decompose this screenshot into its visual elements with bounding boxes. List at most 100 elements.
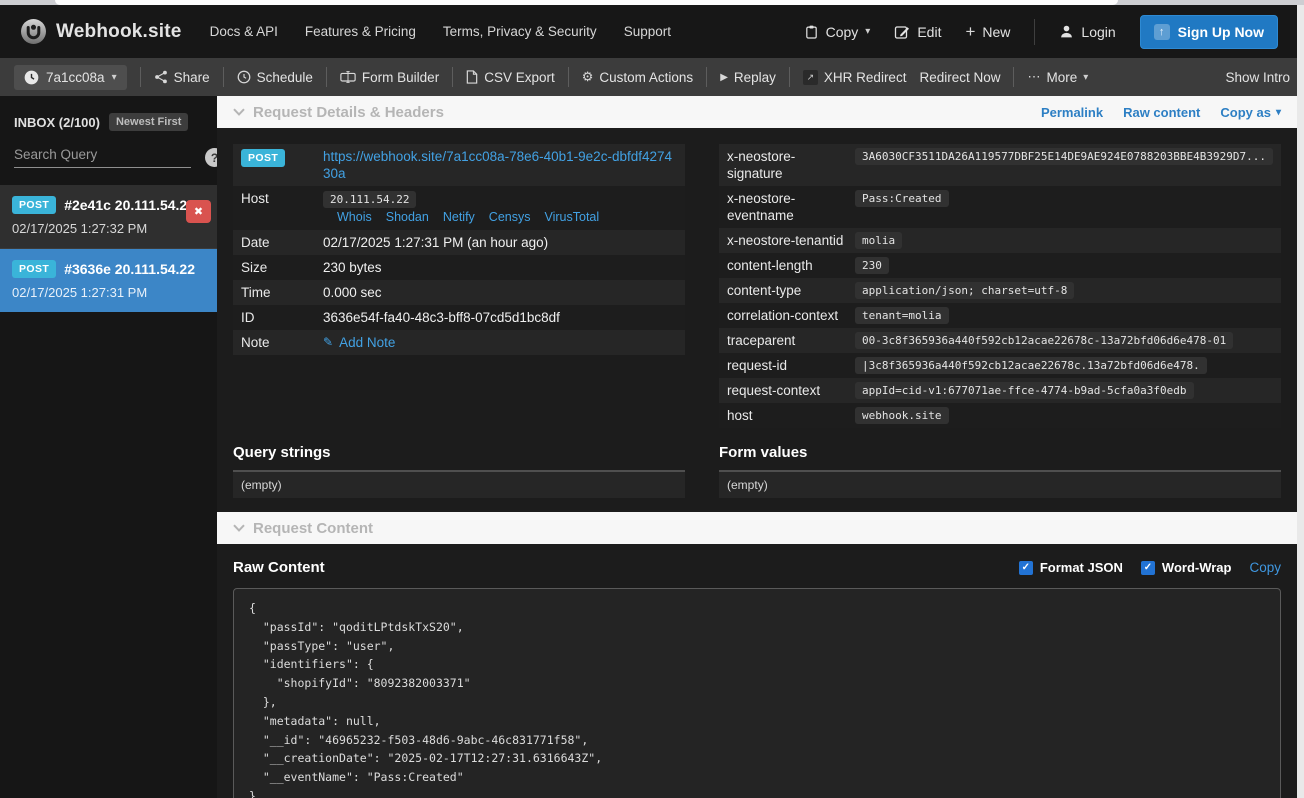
raw-content-title: Raw Content xyxy=(233,559,325,576)
file-icon xyxy=(466,70,478,84)
headers-table: x-neostore-signature 3A6030CF3511DA26A11… xyxy=(719,144,1281,428)
header-row: traceparent 00-3c8f365936a440f592cb12aca… xyxy=(719,328,1281,353)
request-list-item[interactable]: POST #2e41c 20.111.54.22 02/17/2025 1:27… xyxy=(0,185,217,249)
toolbar-separator xyxy=(326,67,327,87)
more-icon: ⋯ xyxy=(1027,69,1040,85)
clock-icon xyxy=(24,70,39,85)
content-area: INBOX (2/100) Newest First ? POST #2e41c… xyxy=(0,96,1304,798)
raw-content-section: Raw Content ✓ Format JSON ✓ Word-Wrap Co… xyxy=(217,544,1297,798)
play-icon: ▶ xyxy=(720,72,728,83)
delete-request-button[interactable]: ✖ xyxy=(186,200,211,223)
details-section-bar: Request Details & Headers Permalink Raw … xyxy=(217,96,1297,128)
virustotal-link[interactable]: VirusTotal xyxy=(544,209,599,226)
shodan-link[interactable]: Shodan xyxy=(386,209,429,226)
share-button[interactable]: Share xyxy=(154,70,210,85)
host-row: Host 20.111.54.22 Whois Shodan Netify Ce… xyxy=(233,186,685,230)
sort-order-badge[interactable]: Newest First xyxy=(109,113,188,131)
form-builder-icon xyxy=(340,70,356,84)
show-intro-link[interactable]: Show Intro xyxy=(1225,70,1290,85)
request-list: POST #2e41c 20.111.54.22 02/17/2025 1:27… xyxy=(0,185,217,312)
caret-down-icon: ▾ xyxy=(1083,72,1088,83)
new-button[interactable]: + New xyxy=(965,22,1010,42)
copy-as-dropdown: Copy as ▾ xyxy=(1220,105,1281,120)
top-nav: Webhook.site Docs & API Features & Prici… xyxy=(0,5,1304,58)
copy-dropdown-button[interactable]: Copy ▾ xyxy=(804,24,871,40)
user-icon xyxy=(1059,24,1074,39)
checkbox-checked-icon: ✓ xyxy=(1019,561,1033,575)
method-badge: POST xyxy=(12,260,56,278)
inbox-count-label: INBOX (2/100) xyxy=(14,115,100,130)
edit-button[interactable]: Edit xyxy=(894,24,941,40)
redirect-now-button[interactable]: Redirect Now xyxy=(919,70,1000,85)
url-row: POST https://webhook.site/7a1cc08a-78e6-… xyxy=(233,144,685,186)
nav-link-pricing[interactable]: Features & Pricing xyxy=(305,24,416,39)
request-title: #3636e 20.111.54.22 xyxy=(64,261,195,277)
netify-link[interactable]: Netify xyxy=(443,209,475,226)
toolbar-separator xyxy=(223,67,224,87)
csv-export-button[interactable]: CSV Export xyxy=(466,70,555,85)
censys-link[interactable]: Censys xyxy=(489,209,531,226)
word-wrap-checkbox[interactable]: ✓ Word-Wrap xyxy=(1141,560,1232,575)
replay-button[interactable]: ▶ Replay xyxy=(720,70,776,85)
size-row: Size 230 bytes xyxy=(233,255,685,280)
window-scrollbar[interactable] xyxy=(1297,5,1304,798)
copy-raw-content-link[interactable]: Copy xyxy=(1249,560,1281,575)
request-details-body: POST https://webhook.site/7a1cc08a-78e6-… xyxy=(217,128,1297,512)
note-row: Note ✎ Add Note xyxy=(233,330,685,355)
toolbar-separator xyxy=(789,67,790,87)
nav-link-support[interactable]: Support xyxy=(624,24,671,39)
header-row: x-neostore-tenantid molia xyxy=(719,228,1281,253)
raw-content-link[interactable]: Raw content xyxy=(1123,105,1200,120)
raw-content-json: { "passId": "qoditLPtdskTxS20", "passTyp… xyxy=(233,588,1281,798)
toolbar-separator xyxy=(706,67,707,87)
details-section-toggle[interactable]: Request Details & Headers xyxy=(233,104,444,121)
gear-icon: ⚙ xyxy=(582,69,594,85)
id-row: ID 3636e54f-fa40-48c3-bff8-07cd5d1bc8df xyxy=(233,305,685,330)
permalink-link[interactable]: Permalink xyxy=(1041,105,1103,120)
custom-actions-button[interactable]: ⚙ Custom Actions xyxy=(582,69,693,85)
signup-arrow-icon: ↑ xyxy=(1154,24,1170,40)
content-section-toggle[interactable]: Request Content xyxy=(233,520,373,537)
request-details-table: POST https://webhook.site/7a1cc08a-78e6-… xyxy=(233,144,685,428)
webhook-site-app: Webhook.site Docs & API Features & Prici… xyxy=(0,0,1304,798)
nav-link-docs[interactable]: Docs & API xyxy=(210,24,278,39)
webhook-logo-icon xyxy=(20,18,47,45)
query-strings-title: Query strings xyxy=(233,444,685,461)
content-section-bar: Request Content xyxy=(217,512,1297,544)
whois-link[interactable]: Whois xyxy=(337,209,372,226)
caret-down-icon: ▾ xyxy=(865,26,870,37)
toolbar-separator xyxy=(568,67,569,87)
session-dropdown-button[interactable]: 7a1cc08a ▾ xyxy=(14,65,127,90)
clipboard-icon xyxy=(804,24,819,40)
method-badge: POST xyxy=(12,196,56,214)
request-url-link[interactable]: https://webhook.site/7a1cc08a-78e6-40b1-… xyxy=(323,148,677,182)
form-builder-button[interactable]: Form Builder xyxy=(340,70,439,85)
more-dropdown-button[interactable]: ⋯ More ▾ xyxy=(1027,69,1088,85)
caret-down-icon: ▾ xyxy=(1276,107,1281,118)
plus-icon: + xyxy=(965,22,975,42)
header-row: request-id |3c8f365936a440f592cb12acae22… xyxy=(719,353,1281,378)
browser-tab-bottom xyxy=(55,0,1118,5)
schedule-button[interactable]: Schedule xyxy=(237,70,313,85)
request-list-item-selected[interactable]: POST #3636e 20.111.54.22 02/17/2025 1:27… xyxy=(0,249,217,312)
edit-icon xyxy=(894,24,910,40)
sign-up-button[interactable]: ↑ Sign Up Now xyxy=(1140,15,1278,49)
method-badge: POST xyxy=(241,149,285,167)
request-timestamp: 02/17/2025 1:27:31 PM xyxy=(12,285,205,300)
share-icon xyxy=(154,70,168,84)
format-json-checkbox[interactable]: ✓ Format JSON xyxy=(1019,560,1123,575)
host-value: 20.111.54.22 xyxy=(323,191,416,208)
brand-logo[interactable]: Webhook.site xyxy=(20,18,182,45)
header-row: correlation-context tenant=molia xyxy=(719,303,1281,328)
schedule-clock-icon xyxy=(237,70,251,84)
nav-link-terms[interactable]: Terms, Privacy & Security xyxy=(443,24,597,39)
xhr-redirect-button[interactable]: ↗ XHR Redirect xyxy=(803,70,907,85)
main-panel: Request Details & Headers Permalink Raw … xyxy=(217,96,1297,798)
pencil-icon: ✎ xyxy=(323,334,333,351)
xhr-redirect-icon: ↗ xyxy=(803,70,818,85)
login-button[interactable]: Login xyxy=(1059,24,1115,40)
search-input[interactable] xyxy=(14,147,191,168)
add-note-link[interactable]: ✎ Add Note xyxy=(323,334,395,351)
nav-actions: Copy ▾ Edit + New Login xyxy=(804,15,1278,49)
request-title: #2e41c 20.111.54.22 xyxy=(64,197,195,213)
